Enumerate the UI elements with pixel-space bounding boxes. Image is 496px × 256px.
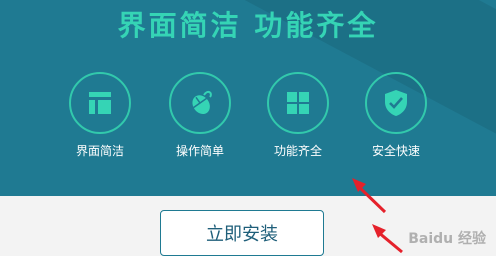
annotation-arrow-icon: [372, 224, 403, 254]
feature-icon-circle: [365, 72, 427, 134]
feature-icon-circle: [267, 72, 329, 134]
feature-item-easy-operation: 操作简单: [160, 72, 240, 159]
feature-item-simple-ui: 界面简洁: [60, 72, 140, 159]
banner-headline: 界面简洁 功能齐全: [117, 9, 379, 42]
feature-label: 安全快速: [371, 144, 420, 158]
feature-item-safe-fast: 安全快速: [356, 72, 436, 159]
feature-list: 界面简洁 操作简单 功能齐全 安全快速: [60, 72, 440, 172]
promo-banner: 界面简洁 功能齐全 界面简洁 操作简单 功能齐全 安全快速: [0, 0, 496, 196]
mouse-icon: [192, 90, 212, 115]
feature-label: 操作简单: [175, 144, 224, 158]
annotation-arrow-icon: [352, 178, 387, 214]
feature-item-full-function: 功能齐全: [258, 72, 338, 159]
watermark: Baidu 经验: [408, 231, 486, 247]
shield-check-icon: [385, 90, 407, 116]
grid-icon: [287, 92, 309, 114]
feature-icon-circle: [169, 72, 231, 134]
feature-label: 界面简洁: [75, 144, 124, 158]
feature-icon-circle: [69, 72, 131, 134]
layout-icon: [89, 92, 111, 114]
feature-label: 功能齐全: [273, 144, 322, 158]
install-now-button[interactable]: 立即安装: [160, 210, 324, 256]
